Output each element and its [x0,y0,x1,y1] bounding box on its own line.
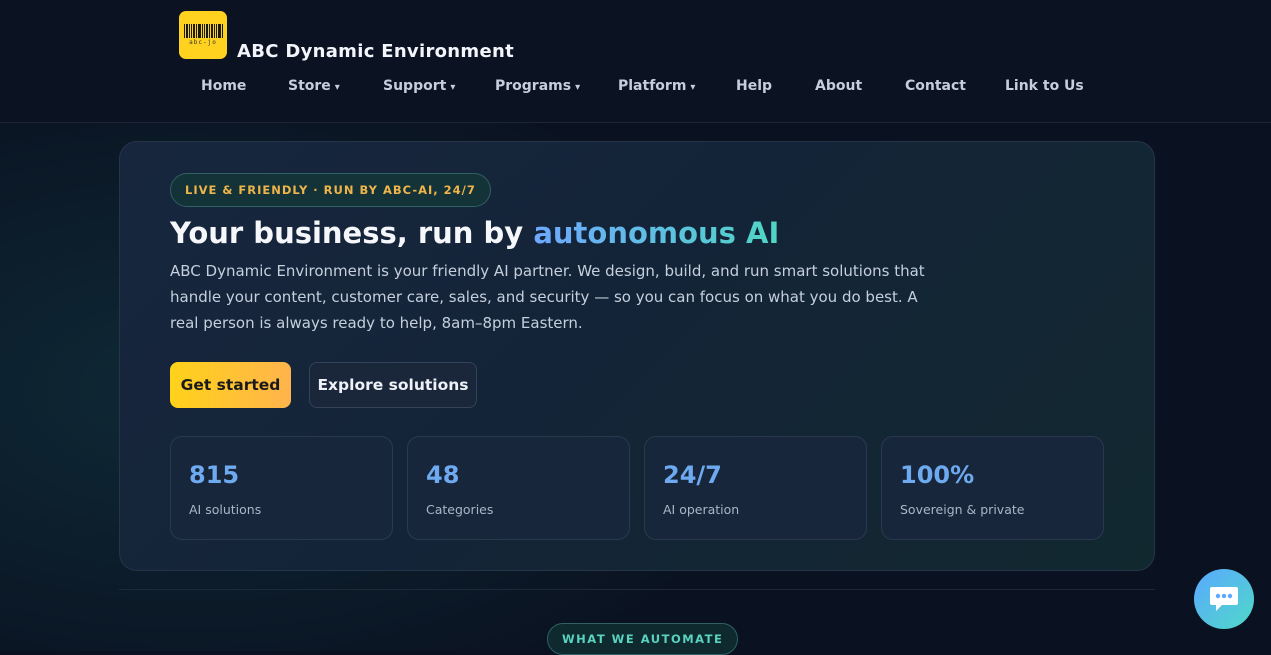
nav-platform[interactable]: Platform ▾ [618,78,695,94]
brand-name[interactable]: ABC Dynamic Environment [237,41,514,62]
hero-description: ABC Dynamic Environment is your friendly… [170,262,925,332]
stat-value: 24/7 [663,461,722,489]
stat-card-solutions: 815 AI solutions [170,436,393,540]
explore-solutions-button[interactable]: Explore solutions [309,362,477,408]
get-started-button[interactable]: Get started [170,362,291,408]
stat-label: Categories [426,502,494,517]
site-header: abc-jo ABC Dynamic Environment Home Stor… [0,0,1271,123]
main-nav: Home Store ▾ Support ▾ Programs ▾ Platform ▾… [0,78,1271,98]
nav-contact[interactable]: Contact [905,78,966,94]
chevron-down-icon: ▾ [450,82,456,93]
chevron-down-icon: ▾ [575,82,581,93]
nav-programs[interactable]: Programs ▾ [495,78,580,94]
chat-bubble-icon [1210,587,1238,611]
section-badge: WHAT WE AUTOMATE [547,623,739,655]
chevron-down-icon: ▾ [690,82,696,93]
chevron-down-icon: ▾ [334,82,340,93]
hero-card: LIVE & FRIENDLY · RUN BY ABC-AI, 24/7 Yo… [119,141,1155,571]
nav-help[interactable]: Help [736,78,772,94]
headline-prefix: Your business, run by [170,216,534,250]
hero-headline: Your business, run by autonomous AI [170,216,779,250]
nav-link-to-us[interactable]: Link to Us [1005,78,1084,94]
headline-accent: autonomous AI [533,216,780,250]
stat-card-sovereign: 100% Sovereign & private [881,436,1104,540]
logo-text: abc-jo [189,39,217,46]
nav-about[interactable]: About [815,78,862,94]
stat-label: AI operation [663,502,740,517]
stat-card-categories: 48 Categories [407,436,630,540]
nav-support[interactable]: Support ▾ [383,78,455,94]
section-divider [119,589,1155,590]
stat-value: 48 [426,461,460,489]
nav-home[interactable]: Home [201,78,246,94]
stat-card-operation: 24/7 AI operation [644,436,867,540]
nav-store[interactable]: Store ▾ [288,78,340,94]
stat-value: 815 [189,461,240,489]
barcode-bars [183,24,223,38]
stat-label: Sovereign & private [900,502,1025,517]
hero-badge: LIVE & FRIENDLY · RUN BY ABC-AI, 24/7 [170,173,491,207]
chat-button[interactable] [1194,569,1254,629]
stat-label: AI solutions [189,502,262,517]
stat-value: 100% [900,461,975,489]
barcode-logo-icon[interactable]: abc-jo [179,11,227,59]
